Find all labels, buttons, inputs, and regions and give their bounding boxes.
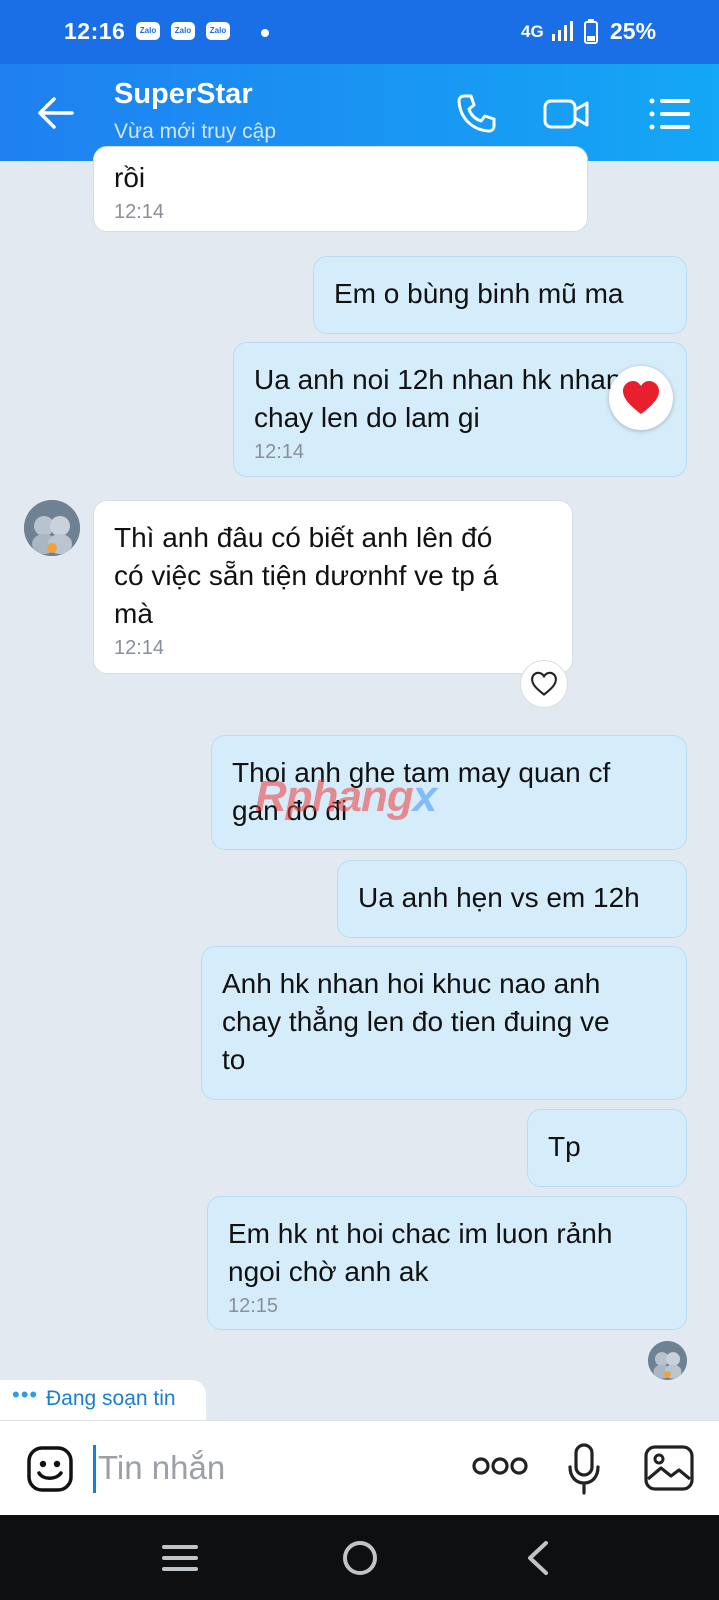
status-bar: 12:16 Zalo Zalo Zalo 4G 25% bbox=[0, 0, 719, 64]
zalo-notification-icon: Zalo bbox=[171, 22, 195, 40]
battery-percent: 25% bbox=[610, 18, 657, 44]
phone-icon[interactable] bbox=[452, 90, 500, 138]
status-time: 12:16 bbox=[64, 18, 126, 44]
avatar[interactable] bbox=[24, 500, 80, 556]
nav-back-icon[interactable] bbox=[518, 1537, 560, 1579]
message-text: Thì anh đâu có biết anh lên đó có việc s… bbox=[114, 522, 499, 629]
image-icon[interactable] bbox=[644, 1445, 694, 1491]
home-icon[interactable] bbox=[339, 1537, 381, 1579]
message-outgoing[interactable]: Tp bbox=[527, 1109, 687, 1187]
notification-dot bbox=[261, 29, 269, 37]
react-button[interactable] bbox=[520, 660, 568, 708]
zalo-notification-icon: Zalo bbox=[206, 22, 230, 40]
signal-icon bbox=[552, 21, 573, 41]
message-text: Anh hk nhan hoi khuc nao anh chay thẳng … bbox=[222, 968, 610, 1075]
contact-name[interactable]: SuperStar bbox=[114, 78, 253, 111]
typing-indicator: ••• Đang soạn tin bbox=[0, 1380, 206, 1420]
message-time: 12:14 bbox=[114, 201, 165, 223]
heart-icon bbox=[623, 381, 659, 414]
message-text: Ua anh hẹn vs em 12h bbox=[358, 882, 640, 913]
message-input[interactable]: Tin nhắn bbox=[98, 1449, 225, 1487]
message-outgoing[interactable]: Ua anh hẹn vs em 12h bbox=[337, 860, 687, 938]
text-caret bbox=[93, 1445, 96, 1493]
recent-apps-icon[interactable] bbox=[159, 1537, 201, 1579]
message-text: Tp bbox=[548, 1131, 581, 1162]
message-time: 12:14 bbox=[114, 637, 165, 659]
seen-avatar bbox=[648, 1341, 687, 1380]
contact-status: Vừa mới truy cập bbox=[114, 120, 277, 143]
sticker-icon[interactable] bbox=[26, 1445, 74, 1493]
reaction-heart[interactable] bbox=[609, 366, 673, 430]
message-outgoing[interactable]: Em hk nt hoi chac im luon rảnh ngoi chờ … bbox=[207, 1196, 687, 1330]
typing-label: Đang soạn tin bbox=[46, 1387, 176, 1410]
watermark: Rphangx bbox=[255, 772, 437, 821]
more-icon[interactable] bbox=[472, 1455, 528, 1477]
battery-icon bbox=[584, 19, 598, 44]
message-incoming[interactable]: Thì anh đâu có biết anh lên đó có việc s… bbox=[93, 500, 573, 674]
message-outgoing[interactable]: Anh hk nhan hoi khuc nao anh chay thẳng … bbox=[201, 946, 687, 1100]
message-text: Ua anh noi 12h nhan hk nhan chay len do … bbox=[254, 364, 622, 433]
network-type: 4G bbox=[521, 22, 544, 41]
system-nav-bar bbox=[0, 1515, 719, 1600]
message-time: 12:14 bbox=[254, 441, 305, 463]
heart-outline-icon bbox=[531, 671, 557, 696]
back-arrow-icon[interactable] bbox=[34, 92, 76, 134]
message-time: 12:15 bbox=[228, 1295, 279, 1317]
typing-dots-icon: ••• bbox=[12, 1382, 39, 1407]
message-composer: Tin nhắn bbox=[0, 1420, 719, 1515]
message-outgoing[interactable]: Em o bùng binh mũ ma bbox=[313, 256, 687, 334]
avatar-image bbox=[648, 1341, 687, 1380]
menu-list-icon[interactable] bbox=[646, 90, 694, 138]
microphone-icon[interactable] bbox=[566, 1443, 602, 1495]
zalo-notification-icon: Zalo bbox=[136, 22, 160, 40]
video-call-icon[interactable] bbox=[542, 90, 590, 138]
message-text: Em hk nt hoi chac im luon rảnh ngoi chờ … bbox=[228, 1218, 613, 1287]
message-incoming[interactable]: rồi 12:14 bbox=[93, 146, 588, 232]
message-text: Em o bùng binh mũ ma bbox=[334, 278, 624, 309]
avatar-image bbox=[24, 500, 80, 556]
message-text: rồi bbox=[114, 162, 146, 193]
